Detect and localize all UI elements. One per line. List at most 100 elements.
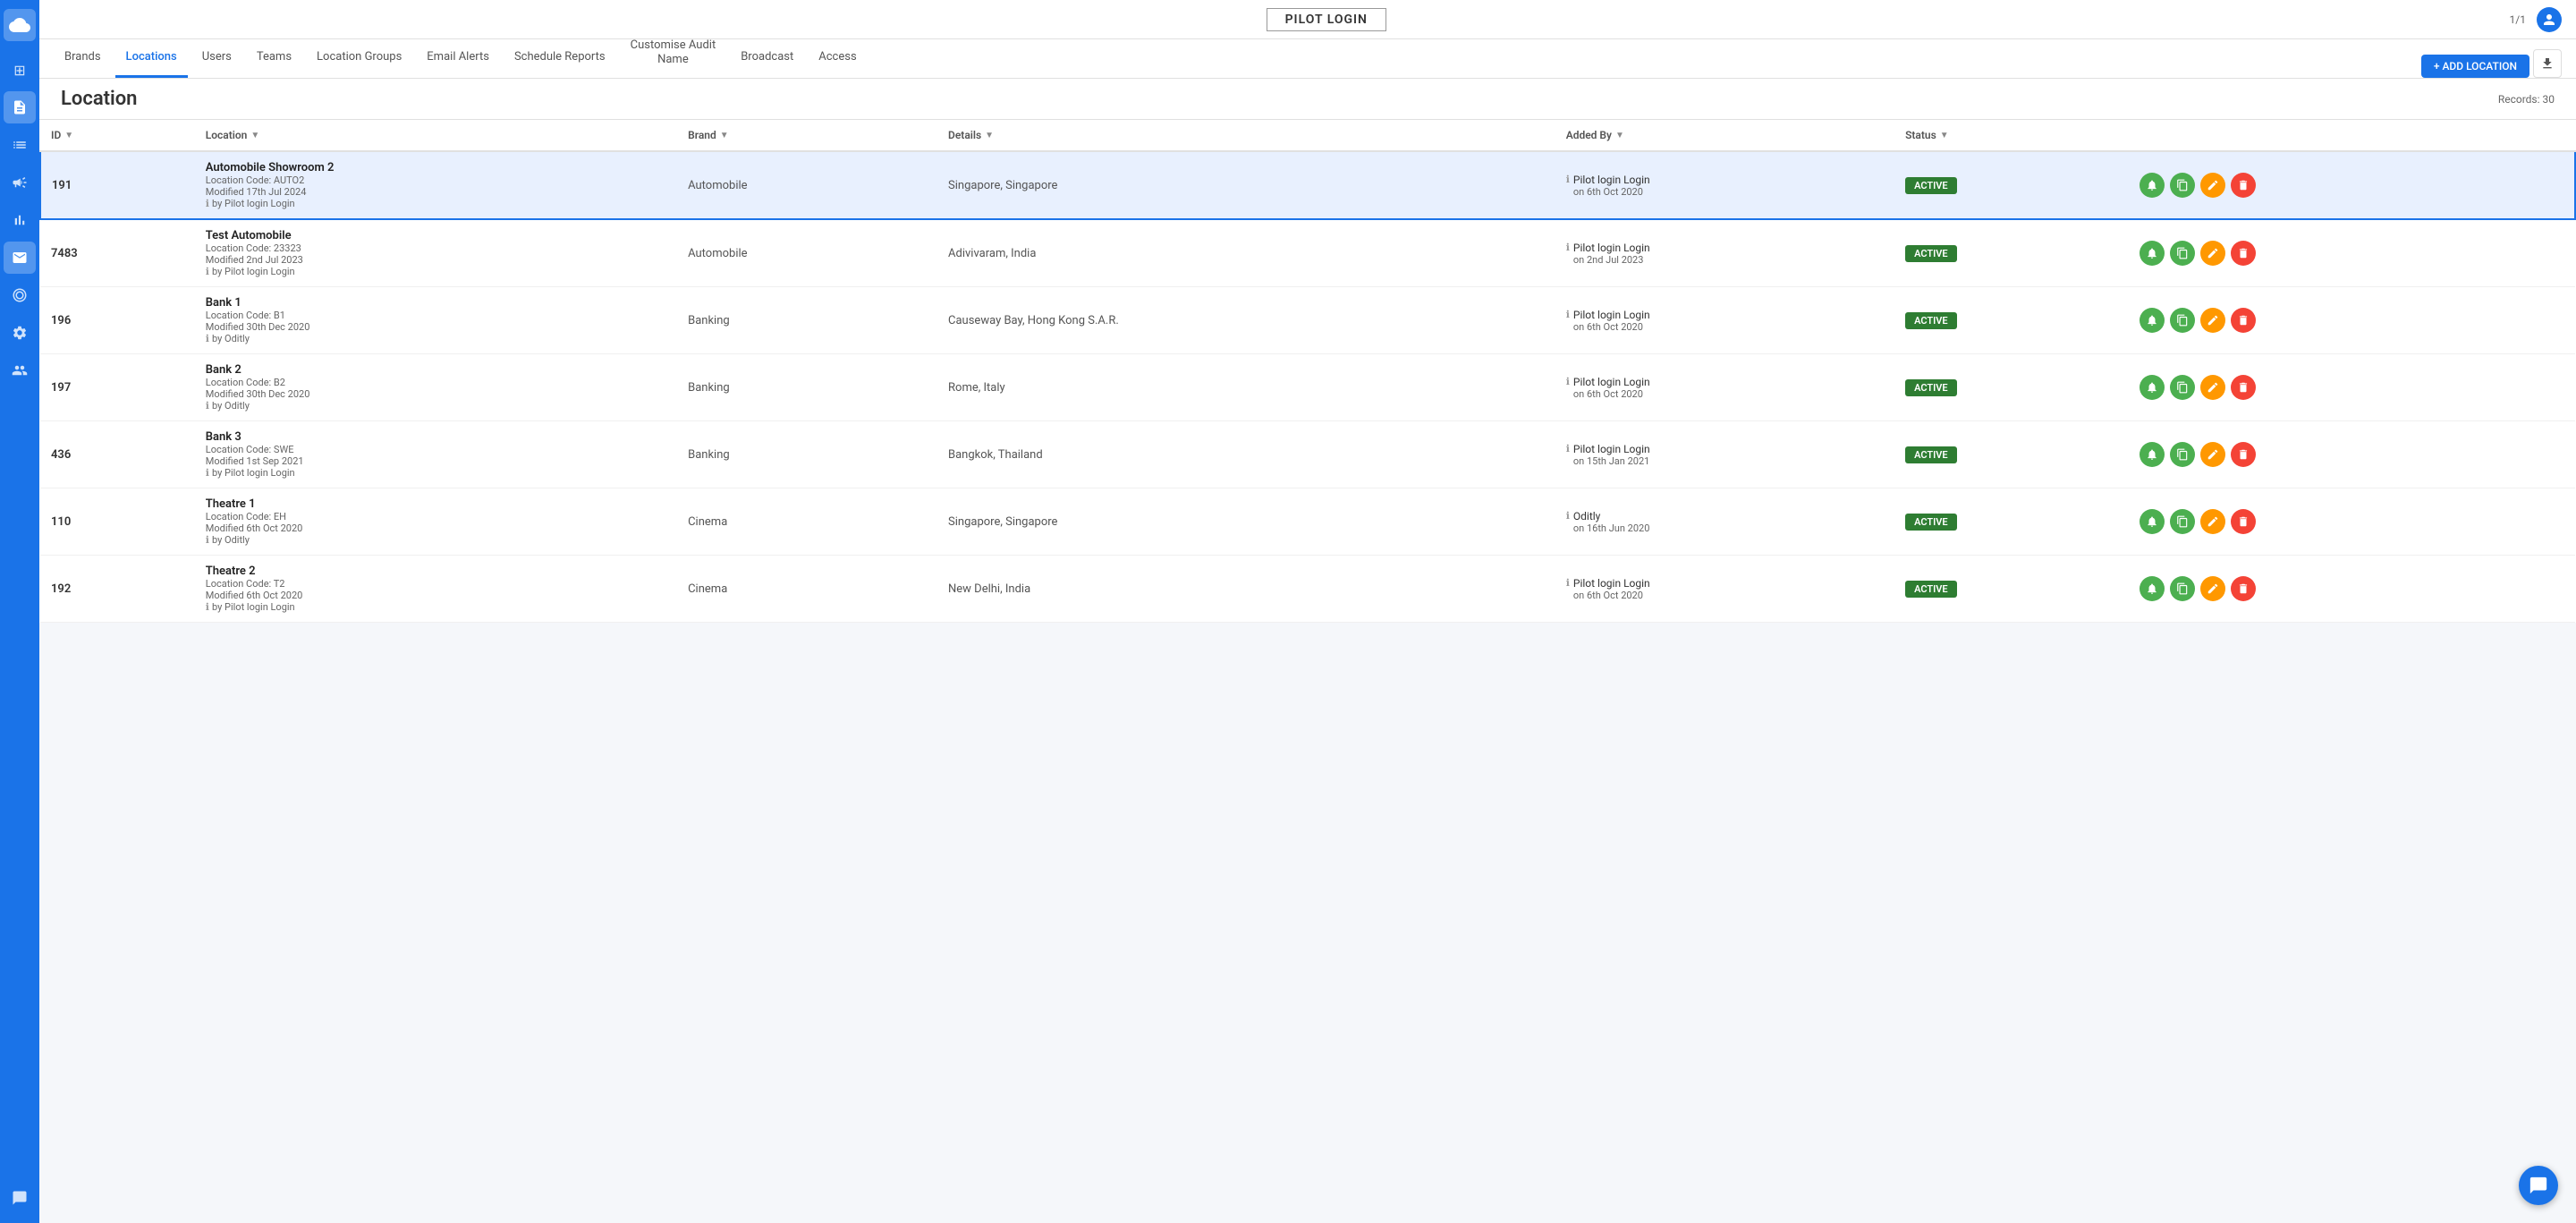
cell-id: 197: [40, 354, 195, 421]
users-icon[interactable]: [4, 354, 36, 386]
copy-button[interactable]: [2170, 576, 2195, 601]
copy-button[interactable]: [2170, 442, 2195, 467]
copy-button[interactable]: [2170, 375, 2195, 400]
edit-button[interactable]: [2200, 173, 2225, 198]
addedby-info-icon: ℹ: [1566, 443, 1570, 454]
copy-button[interactable]: [2170, 308, 2195, 333]
target-icon[interactable]: [4, 279, 36, 311]
col-location[interactable]: Location▼: [195, 120, 677, 151]
chart-icon[interactable]: [4, 204, 36, 236]
edit-button[interactable]: [2200, 241, 2225, 266]
tab-access[interactable]: Access: [808, 38, 867, 78]
location-name: Automobile Showroom 2: [206, 161, 666, 174]
location-code: Location Code: 23323: [206, 242, 666, 254]
delete-button[interactable]: [2231, 173, 2256, 198]
edit-button[interactable]: [2200, 442, 2225, 467]
copy-button[interactable]: [2170, 173, 2195, 198]
megaphone-icon[interactable]: [4, 166, 36, 199]
status-badge: ACTIVE: [1905, 446, 1957, 463]
action-buttons: [2140, 241, 2564, 266]
edit-button[interactable]: [2200, 375, 2225, 400]
tab-broadcast[interactable]: Broadcast: [730, 38, 804, 78]
table-container: ID▼ Location▼ Brand▼ Details▼ Added By▼ …: [39, 120, 2576, 1223]
status-sort-icon[interactable]: ▼: [1940, 131, 1949, 140]
cell-brand: Cinema: [677, 488, 937, 556]
chat-bubble[interactable]: [2519, 1166, 2558, 1205]
document-icon[interactable]: [4, 91, 36, 123]
added-by-name: Oditly: [1573, 510, 1650, 522]
content-header: Location Records: 30: [39, 79, 2576, 120]
cell-actions: [2129, 556, 2575, 623]
location-by: ℹ by Pilot login Login: [206, 601, 666, 613]
delete-button[interactable]: [2231, 241, 2256, 266]
col-brand[interactable]: Brand▼: [677, 120, 937, 151]
info-icon: ℹ: [206, 467, 209, 479]
bell-button[interactable]: [2140, 375, 2165, 400]
cell-status: ACTIVE: [1894, 488, 2129, 556]
id-sort-icon[interactable]: ▼: [64, 131, 73, 140]
cloud-icon[interactable]: [4, 9, 36, 41]
col-actions: [2129, 120, 2575, 151]
tab-brands[interactable]: Brands: [54, 38, 112, 78]
edit-button[interactable]: [2200, 509, 2225, 534]
tab-locations[interactable]: Locations: [115, 38, 188, 78]
records-count: Records: 30: [2498, 93, 2555, 106]
copy-button[interactable]: [2170, 509, 2195, 534]
chat-sidebar-icon[interactable]: [4, 1182, 36, 1214]
location-by: ℹ by Oditly: [206, 400, 666, 412]
bell-button[interactable]: [2140, 509, 2165, 534]
edit-button[interactable]: [2200, 576, 2225, 601]
delete-button[interactable]: [2231, 442, 2256, 467]
tab-customise-audit[interactable]: Customise Audit Name: [620, 38, 727, 78]
bell-button[interactable]: [2140, 173, 2165, 198]
location-by: ℹ by Pilot login Login: [206, 266, 666, 277]
col-id[interactable]: ID▼: [40, 120, 195, 151]
cell-added-by: ℹ Pilot login Login on 6th Oct 2020: [1555, 556, 1894, 623]
user-avatar[interactable]: [2537, 7, 2562, 32]
col-details[interactable]: Details▼: [937, 120, 1555, 151]
envelope-icon[interactable]: [4, 242, 36, 274]
bell-button[interactable]: [2140, 442, 2165, 467]
cell-added-by: ℹ Pilot login Login on 6th Oct 2020: [1555, 287, 1894, 354]
location-sort-icon[interactable]: ▼: [250, 131, 259, 140]
grid-icon[interactable]: ⊞: [4, 54, 36, 86]
delete-button[interactable]: [2231, 308, 2256, 333]
bell-button[interactable]: [2140, 576, 2165, 601]
delete-button[interactable]: [2231, 509, 2256, 534]
cell-actions: [2129, 488, 2575, 556]
add-location-button[interactable]: + ADD LOCATION: [2421, 55, 2529, 78]
addedby-sort-icon[interactable]: ▼: [1615, 131, 1624, 140]
tab-email-alerts[interactable]: Email Alerts: [416, 38, 500, 78]
details-sort-icon[interactable]: ▼: [985, 131, 994, 140]
tab-teams[interactable]: Teams: [246, 38, 302, 78]
list-icon[interactable]: [4, 129, 36, 161]
tab-users[interactable]: Users: [191, 38, 242, 78]
location-name: Theatre 1: [206, 497, 666, 511]
copy-button[interactable]: [2170, 241, 2195, 266]
download-button[interactable]: [2533, 49, 2562, 78]
added-by-date: on 2nd Jul 2023: [1573, 254, 1650, 266]
topbar-right: 1/1: [2510, 7, 2562, 32]
info-icon: ℹ: [206, 601, 209, 613]
tab-schedule-reports[interactable]: Schedule Reports: [504, 38, 616, 78]
info-icon: ℹ: [206, 198, 209, 209]
bell-button[interactable]: [2140, 308, 2165, 333]
location-name: Theatre 2: [206, 565, 666, 578]
tab-location-groups[interactable]: Location Groups: [306, 38, 412, 78]
cell-actions: [2129, 151, 2575, 219]
col-added-by[interactable]: Added By▼: [1555, 120, 1894, 151]
cell-status: ACTIVE: [1894, 151, 2129, 219]
col-status[interactable]: Status▼: [1894, 120, 2129, 151]
addedby-info-icon: ℹ: [1566, 309, 1570, 320]
table-row: 110 Theatre 1 Location Code: EH Modified…: [40, 488, 2575, 556]
delete-button[interactable]: [2231, 375, 2256, 400]
brand-sort-icon[interactable]: ▼: [720, 131, 729, 140]
added-by-date: on 16th Jun 2020: [1573, 522, 1650, 534]
location-name: Test Automobile: [206, 229, 666, 242]
sidebar: ⊞: [0, 0, 39, 1223]
edit-button[interactable]: [2200, 308, 2225, 333]
added-by-name: Pilot login Login: [1573, 242, 1650, 254]
delete-button[interactable]: [2231, 576, 2256, 601]
gear-icon[interactable]: [4, 317, 36, 349]
bell-button[interactable]: [2140, 241, 2165, 266]
